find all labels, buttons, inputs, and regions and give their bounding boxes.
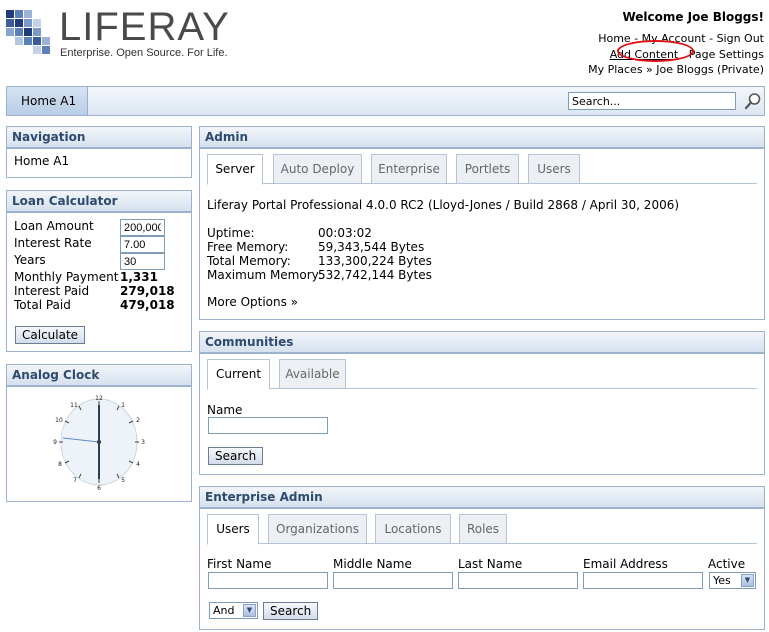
separator: » [642,63,657,76]
tab-portlets[interactable]: Portlets [456,154,519,184]
tab-roles[interactable]: Roles [459,514,507,544]
enterprise-admin-tabs: Users Organizations Locations Roles [207,514,757,545]
logo-tagline: Enterprise. Open Source. For Life. [60,47,228,59]
interest-rate-label: Interest Rate [14,236,92,250]
tab-locations[interactable]: Locations [375,514,451,544]
svg-text:8: 8 [58,461,62,468]
years-input[interactable] [120,253,165,270]
welcome-message: Welcome Joe Bloggs! [622,10,764,24]
loan-calculator-title: Loan Calculator [6,190,192,212]
tab-users[interactable]: Users [528,154,580,184]
tab-current[interactable]: Current [207,359,270,390]
clock-face-icon: 1212 345 678 91011 [53,395,145,492]
middle-name-input[interactable] [333,572,453,589]
loan-amount-input[interactable] [120,219,165,236]
community-name-input[interactable] [208,417,328,434]
active-label: Active [708,557,746,571]
version-info: Liferay Portal Professional 4.0.0 RC2 (L… [207,198,680,212]
years-label: Years [14,253,46,267]
maximum-memory-label: Maximum Memory: [207,268,322,282]
navigation-item-home-a1[interactable]: Home A1 [14,154,69,168]
admin-tabs: Server Auto Deploy Enterprise Portlets U… [207,154,757,185]
svg-text:9: 9 [53,439,57,446]
svg-text:7: 7 [73,477,77,484]
tab-available[interactable]: Available [279,359,346,389]
nav-tab-home-a1[interactable]: Home A1 [7,87,88,115]
enterprise-admin-title: Enterprise Admin [199,486,765,508]
name-label: Name [207,403,243,417]
communities-search-button[interactable]: Search [208,447,264,465]
free-memory-value: 59,343,544 Bytes [318,240,425,254]
stat-labels: Uptime: Free Memory: Total Memory: Maxim… [207,226,322,282]
svg-text:5: 5 [121,477,125,484]
analog-clock-title: Analog Clock [6,364,192,386]
monthly-payment-label: Monthly Payment [14,270,119,284]
search-input[interactable] [568,92,736,110]
loan-calculator-portlet: Loan Amount Interest Rate Years Monthly … [6,212,192,352]
total-memory-value: 133,300,224 Bytes [318,254,432,268]
calculate-button[interactable]: Calculate [15,326,86,344]
svg-text:1: 1 [121,402,125,409]
more-options-link[interactable]: More Options » [207,295,298,309]
total-paid-label: Total Paid [14,298,71,312]
total-paid-value: 479,018 [120,298,175,312]
svg-text:6: 6 [97,485,101,492]
and-or-select-value: And [213,604,235,617]
tab-organizations[interactable]: Organizations [268,514,367,544]
separator: - [705,32,717,45]
search-icon[interactable] [744,92,762,110]
email-address-input[interactable] [583,572,703,589]
interest-rate-input[interactable] [120,236,165,253]
current-place-link[interactable]: Joe Bloggs (Private) [656,63,764,76]
svg-text:4: 4 [136,461,140,468]
monthly-payment-value: 1,331 [120,270,158,284]
free-memory-label: Free Memory: [207,240,289,254]
svg-text:11: 11 [70,402,78,409]
chevron-down-icon: ▼ [741,574,754,587]
and-or-select[interactable]: And ▼ [209,602,258,619]
tab-enterprise[interactable]: Enterprise [371,154,447,184]
active-select-value: Yes [713,574,731,587]
svg-text:10: 10 [55,417,63,424]
first-name-input[interactable] [208,572,328,589]
page-settings-link[interactable]: Page Settings [689,48,764,61]
total-memory-label: Total Memory: [207,254,291,268]
svg-text:3: 3 [141,439,145,446]
uptime-value: 00:03:02 [318,226,372,240]
uptime-label: Uptime: [207,226,255,240]
enterprise-admin-portlet: Users Organizations Locations Roles Firs… [199,508,765,630]
highlight-circle [617,40,694,62]
analog-clock-portlet: 12 1 2 345 678 9 10 11 [6,386,192,502]
maximum-memory-value: 532,742,144 Bytes [318,268,432,282]
svg-text:12: 12 [95,395,103,402]
sign-out-link[interactable]: Sign Out [717,32,764,45]
email-address-label: Email Address [583,557,668,571]
my-places-link[interactable]: My Places [588,63,642,76]
tab-users[interactable]: Users [207,514,259,545]
navigation-title: Navigation [6,126,192,148]
stat-values: 00:03:02 59,343,544 Bytes 133,300,224 By… [318,226,432,282]
enterprise-search-button[interactable]: Search [263,602,319,620]
interest-paid-value: 279,018 [120,284,175,298]
logo-wordmark: LIFERAY [59,5,230,49]
communities-tabs: Current Available [207,359,757,390]
navigation-portlet: Home A1 [6,148,192,178]
tab-server[interactable]: Server [207,154,263,185]
interest-paid-label: Interest Paid [14,284,90,298]
active-select[interactable]: Yes ▼ [709,572,756,589]
admin-portlet: Server Auto Deploy Enterprise Portlets U… [199,148,765,320]
svg-text:2: 2 [136,417,140,424]
last-name-label: Last Name [458,557,523,571]
logo-mark [6,10,52,56]
admin-title: Admin [199,126,765,148]
communities-title: Communities [199,331,765,353]
first-name-label: First Name [207,557,272,571]
last-name-input[interactable] [458,572,578,589]
chevron-down-icon: ▼ [243,604,256,617]
middle-name-label: Middle Name [333,557,412,571]
top-navigation-bar: Home A1 [6,86,765,116]
communities-portlet: Current Available Name Search [199,353,765,475]
loan-amount-label: Loan Amount [14,219,94,233]
tab-auto-deploy[interactable]: Auto Deploy [273,154,362,184]
